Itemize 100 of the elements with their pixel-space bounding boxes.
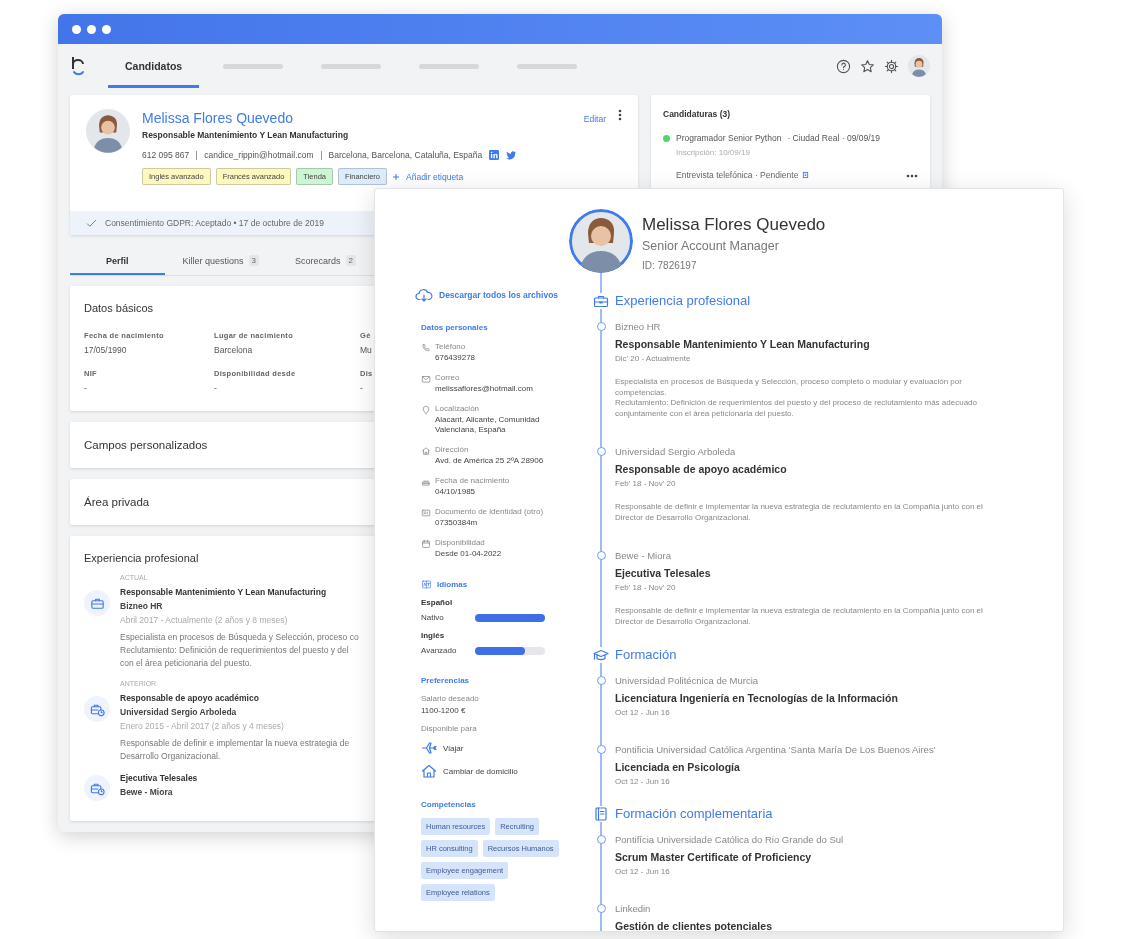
id-card-icon: [421, 508, 431, 518]
company-name: Universidad Sergio Arboleda: [120, 707, 237, 717]
field-value: -: [214, 383, 217, 393]
company-name: Bizneo HR: [120, 601, 163, 611]
level-bar: [475, 613, 545, 622]
edit-link[interactable]: Editar: [583, 114, 606, 124]
window-control-dot: [87, 24, 96, 34]
entry-title: Responsable de apoyo académico: [615, 463, 787, 475]
plus-icon[interactable]: [392, 172, 400, 181]
inscription-date: Inscripción: 10/09/19: [676, 148, 750, 157]
candidate-name: Melissa Flores Quevedo: [642, 215, 826, 235]
job-title: Programador Senior Python: [676, 133, 782, 143]
house-icon: [421, 763, 437, 779]
star-icon[interactable]: [860, 58, 875, 74]
section-title: Experiencia profesional: [84, 552, 199, 564]
airplane-icon: [421, 740, 437, 756]
job-description: Responsable de definir e implementar la nueva estrategia de Desarrollo Organizacional.: [120, 737, 350, 763]
cake-icon: [421, 477, 431, 487]
section-title: Candidaturas (3): [663, 109, 732, 119]
language-name: Inglés: [421, 631, 445, 640]
consent-status: Consentimiento GDPR: Aceptado • 17 de octubre de 2019: [105, 218, 324, 228]
timeline-dot: [596, 904, 606, 913]
job-description: Especialista en procesos de Búsqueda y Selección, proceso co Reclutamiento: Definición de requerimientos del puesto y del con el área peticionaria del puesto.: [120, 631, 359, 670]
linkedin-icon[interactable]: [489, 150, 500, 160]
section-heading: Idiomas: [437, 580, 468, 589]
job-details: · Ciudad Real · 09/09/19: [787, 133, 880, 143]
preference-option: Cambiar de domicilio: [443, 766, 518, 776]
field-label: Localización: [435, 404, 480, 413]
profile-tab[interactable]: Scorecards 2: [277, 248, 374, 275]
field-label: Disponible para: [421, 724, 477, 733]
nav-tab[interactable]: Candidatos: [108, 44, 200, 88]
timeline-dot: [596, 745, 606, 754]
timeline-dot: [596, 835, 606, 844]
profile-tab[interactable]: Perfil: [70, 248, 165, 275]
organization: Bewe - Miora: [615, 550, 671, 561]
organization: Universidad Sergio Arboleda: [615, 446, 736, 457]
entry-title: Licenciatura Ingeniería en Tecnologías de la Información: [615, 692, 898, 704]
field-value: 676439278: [435, 353, 477, 363]
section-title: Experiencia profesional: [615, 293, 1043, 308]
book-icon: [593, 806, 609, 822]
mail-icon: [421, 374, 431, 384]
entry-description: Responsable de definir e implementar la nueva estrategia de reclutamiento en la Compañía junto con el Director de Desarrollo Organizacional.: [615, 502, 984, 523]
candidate-name: Melissa Flores Quevedo: [142, 109, 293, 127]
field-value: 1100-1200 €: [421, 706, 466, 715]
kebab-menu-icon[interactable]: [618, 109, 622, 121]
contact-detail: Barcelona, Barcelona, Cataluña, España: [328, 150, 483, 160]
level-bar: [475, 646, 545, 655]
section-heading: Datos personales: [421, 323, 488, 332]
calendar-icon: [421, 539, 431, 549]
language-icon: [421, 580, 432, 589]
field-label: Teléfono: [435, 342, 466, 351]
organization: Linkedin: [615, 903, 651, 914]
section-heading: Preferencias: [421, 676, 470, 685]
entry-description: Responsable de definir e implementar la nueva estrategia de reclutamiento en la Compañía junto con el Director de Desarrollo Organizacional.: [615, 606, 984, 627]
field-label: Salario deseado: [421, 694, 479, 703]
briefcase-icon: [593, 293, 609, 309]
download-link[interactable]: Descargar todos los archivos: [439, 290, 559, 300]
entry-dates: Oct 12 - Jun 16: [615, 777, 670, 786]
field-value: Alacant, Alicante, Comunidad Valenciana, España: [435, 415, 541, 435]
field-label: Documento de identidad (otro): [435, 507, 544, 516]
timeline-dot: [596, 676, 606, 685]
section-title: Datos básicos: [84, 302, 154, 314]
job-title: Ejecutiva Telesales: [120, 773, 198, 783]
field-label: Fecha de nacimiento: [435, 476, 510, 485]
profile-tab[interactable]: Killer questions 3: [164, 248, 277, 275]
add-tag-link[interactable]: Añadir etiqueta: [406, 171, 464, 182]
section-title: Área privada: [84, 496, 150, 508]
help-icon[interactable]: [836, 58, 851, 74]
field-value: 07350384m: [435, 518, 479, 528]
download-icon[interactable]: [415, 288, 433, 302]
stage-status: Entrevista telefónica · Pendiente: [676, 170, 799, 180]
job-dates: Abril 2017 - Actualmente (2 años y 8 meses): [120, 615, 288, 625]
job-title: Responsable Mantenimiento Y Lean Manufacturing: [120, 587, 327, 597]
field-value: Mu: [360, 345, 372, 355]
entry-description: Especialista en procesos de Búsqueda y Selección, proceso completo o modular y evaluación por competencias. Reclutamiento: Definición de requerimientos del puesto y del proceso de reclutamiento más adecuado conjuntamente con el área peticionaria del puesto.: [615, 377, 978, 419]
more-icon[interactable]: [906, 174, 918, 178]
entry-title: Ejecutiva Telesales: [615, 567, 711, 579]
settings-icon[interactable]: [884, 58, 899, 74]
company-name: Bewe - Miora: [120, 787, 173, 797]
phone-icon: [421, 343, 431, 353]
entry-dates: Dic' 20 - Actualmente: [615, 354, 691, 363]
avatar: [569, 209, 633, 273]
timeline-dot: [596, 551, 606, 560]
avatar[interactable]: [908, 55, 930, 77]
field-label: Dirección: [435, 445, 469, 454]
check-icon: [86, 217, 97, 229]
preference-option: Viajar: [443, 743, 464, 753]
entry-title: Scrum Master Certificate of Proficiency: [615, 851, 812, 863]
entry-dates: Oct 12 - Jun 16: [615, 867, 670, 876]
organization: Pontificia Universidad Católica Argentina 'Santa María De Los Buenos Aires': [615, 744, 936, 755]
document-icon: [802, 171, 810, 179]
entry-dates: Feb' 18 - Nov' 20: [615, 479, 676, 488]
entry-title: Responsable Mantenimiento Y Lean Manufacturing: [615, 338, 870, 350]
field-value: 17/05/1990: [84, 345, 127, 355]
timeline-dot: [596, 447, 606, 456]
section-title: Formación complementaria: [615, 806, 1043, 821]
section-heading: Competencias: [421, 800, 476, 809]
field-label: Correo: [435, 373, 460, 382]
bird-icon[interactable]: [506, 150, 518, 160]
candidate-id: ID: 7826197: [642, 260, 697, 271]
